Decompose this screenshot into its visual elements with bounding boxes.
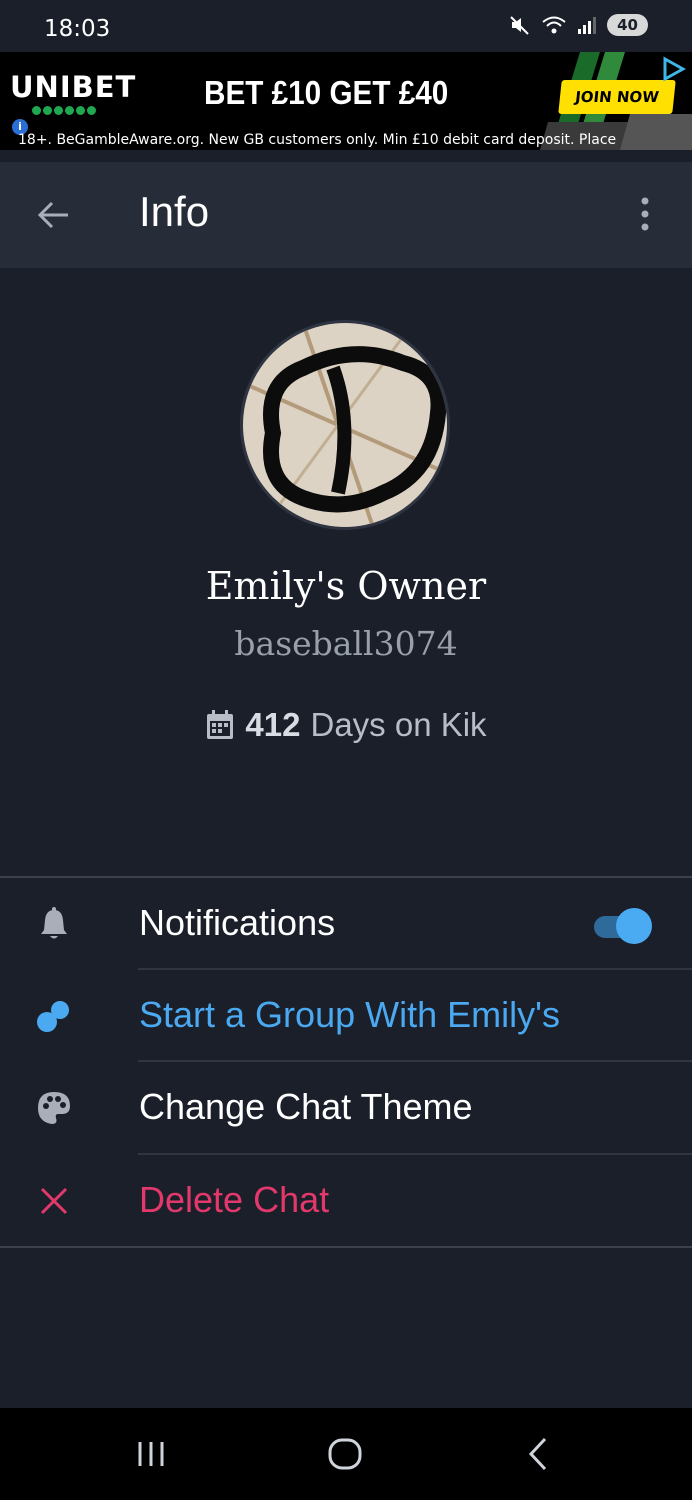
ad-brand-dots — [32, 106, 96, 115]
wifi-icon — [542, 16, 566, 34]
bell-icon — [41, 907, 67, 939]
avatar[interactable] — [240, 320, 450, 530]
divider — [0, 1246, 692, 1248]
status-bar: 18:03 40 — [0, 0, 692, 52]
mute-icon — [510, 16, 529, 35]
notifications-label: Notifications — [139, 902, 336, 943]
notifications-toggle[interactable] — [594, 908, 654, 944]
ad-banner[interactable]: UNIBET i BET £10 GET £40 JOIN NOW 18+. B… — [0, 52, 692, 150]
username: baseball3074 — [234, 624, 458, 663]
delete-chat-row[interactable]: Delete Chat — [0, 1155, 692, 1247]
signal-icon — [578, 17, 597, 34]
display-name: Emily's Owner — [205, 564, 487, 608]
notifications-row[interactable]: Notifications — [0, 878, 692, 970]
app-bar: Info — [0, 162, 692, 268]
group-icon — [37, 1001, 69, 1032]
days-suffix: Days on Kik — [310, 706, 487, 743]
page-title: Info — [139, 188, 210, 235]
ad-disclaimer: 18+. BeGambleAware.org. New GB customers… — [18, 132, 617, 148]
close-icon — [40, 1187, 68, 1215]
delete-chat-label: Delete Chat — [139, 1179, 330, 1220]
start-group-label: Start a Group With Emily's — [139, 994, 560, 1035]
more-options-icon[interactable] — [630, 194, 660, 234]
status-time: 18:03 — [44, 16, 111, 42]
recent-apps-icon[interactable] — [131, 1434, 171, 1474]
change-theme-row[interactable]: Change Chat Theme — [0, 1062, 692, 1154]
home-icon[interactable] — [325, 1434, 365, 1474]
ad-headline: BET £10 GET £40 — [204, 74, 449, 111]
change-theme-label: Change Chat Theme — [139, 1086, 473, 1127]
palette-icon — [38, 1092, 70, 1124]
ad-brand: UNIBET — [10, 70, 137, 104]
ad-choices-icon[interactable] — [660, 56, 686, 82]
days-on-kik: 412 Days on Kik — [0, 706, 692, 744]
battery-indicator: 40 — [607, 14, 648, 36]
back-arrow-icon[interactable] — [36, 197, 72, 233]
days-count: 412 — [245, 706, 301, 743]
start-group-row[interactable]: Start a Group With Emily's — [0, 970, 692, 1062]
back-nav-icon[interactable] — [519, 1434, 559, 1474]
calendar-icon — [207, 710, 234, 739]
status-icons: 40 — [509, 14, 648, 36]
system-nav-bar — [0, 1408, 692, 1500]
ad-join-button[interactable]: JOIN NOW — [558, 80, 676, 114]
